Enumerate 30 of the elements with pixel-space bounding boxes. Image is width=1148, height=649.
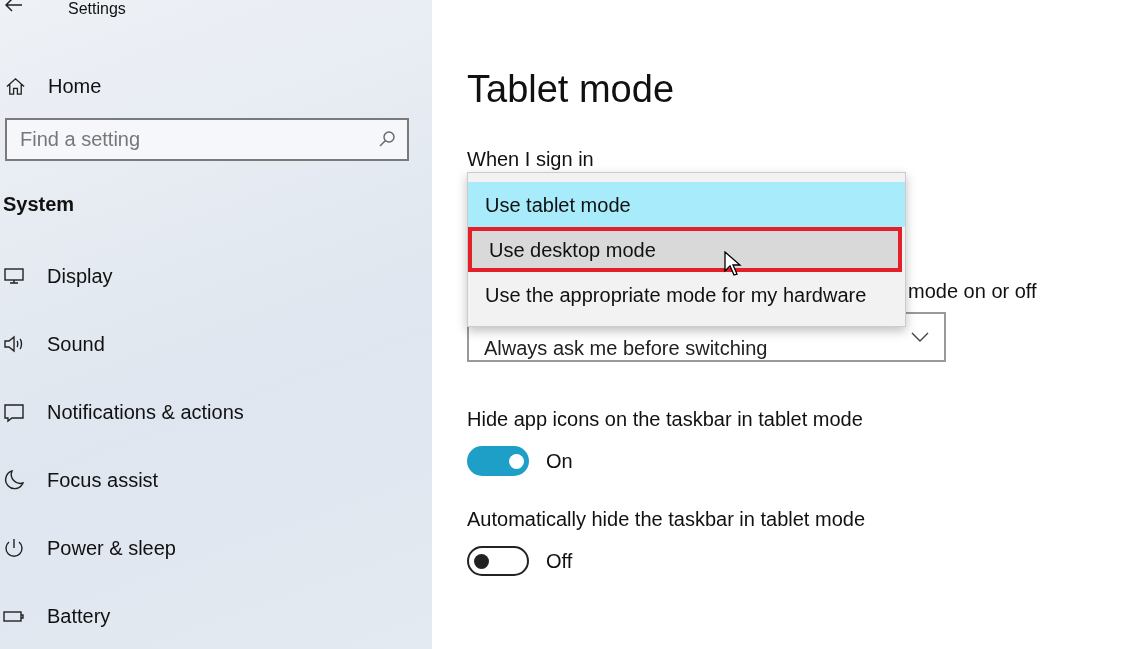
home-icon	[5, 75, 26, 97]
section-heading: System	[3, 192, 76, 217]
chevron-down-icon	[911, 332, 929, 342]
setting-label: mode on or off	[908, 279, 1038, 304]
toggle-state: Off	[546, 549, 573, 574]
home-nav-item[interactable]: Home	[5, 71, 432, 101]
toggle-switch[interactable]	[467, 546, 529, 576]
power-icon	[3, 537, 25, 559]
sidebar-nav-item[interactable]: Power & sleep	[3, 533, 432, 563]
back-arrow-icon[interactable]	[5, 0, 23, 12]
sidebar-nav-item[interactable]: Battery	[3, 601, 432, 631]
sidebar-nav-item[interactable]: Notifications & actions	[3, 397, 432, 427]
toggle-state: On	[546, 449, 573, 474]
setting-label: Automatically hide the taskbar in tablet mode	[467, 507, 866, 532]
search-field[interactable]: Find a setting	[5, 118, 409, 161]
sidebar-nav-item[interactable]: Sound	[3, 329, 432, 359]
monitor-icon	[3, 265, 25, 287]
setting-label: When I sign in	[467, 147, 595, 172]
mouse-pointer-icon	[724, 251, 744, 277]
sidebar-nav-item[interactable]: Focus assist	[3, 465, 432, 495]
page-title: Tablet mode	[467, 67, 675, 112]
toggle-switch[interactable]	[467, 446, 529, 476]
message-icon	[3, 401, 25, 423]
window-title: Settings	[68, 0, 126, 19]
search-icon	[378, 130, 396, 148]
menu-option[interactable]: Use tablet mode	[468, 182, 905, 227]
setting-label: Hide app icons on the taskbar in tablet mode	[467, 407, 864, 432]
moon-icon	[3, 469, 25, 491]
sidebar-nav-item[interactable]: Display	[3, 261, 432, 291]
speaker-icon	[3, 333, 25, 355]
